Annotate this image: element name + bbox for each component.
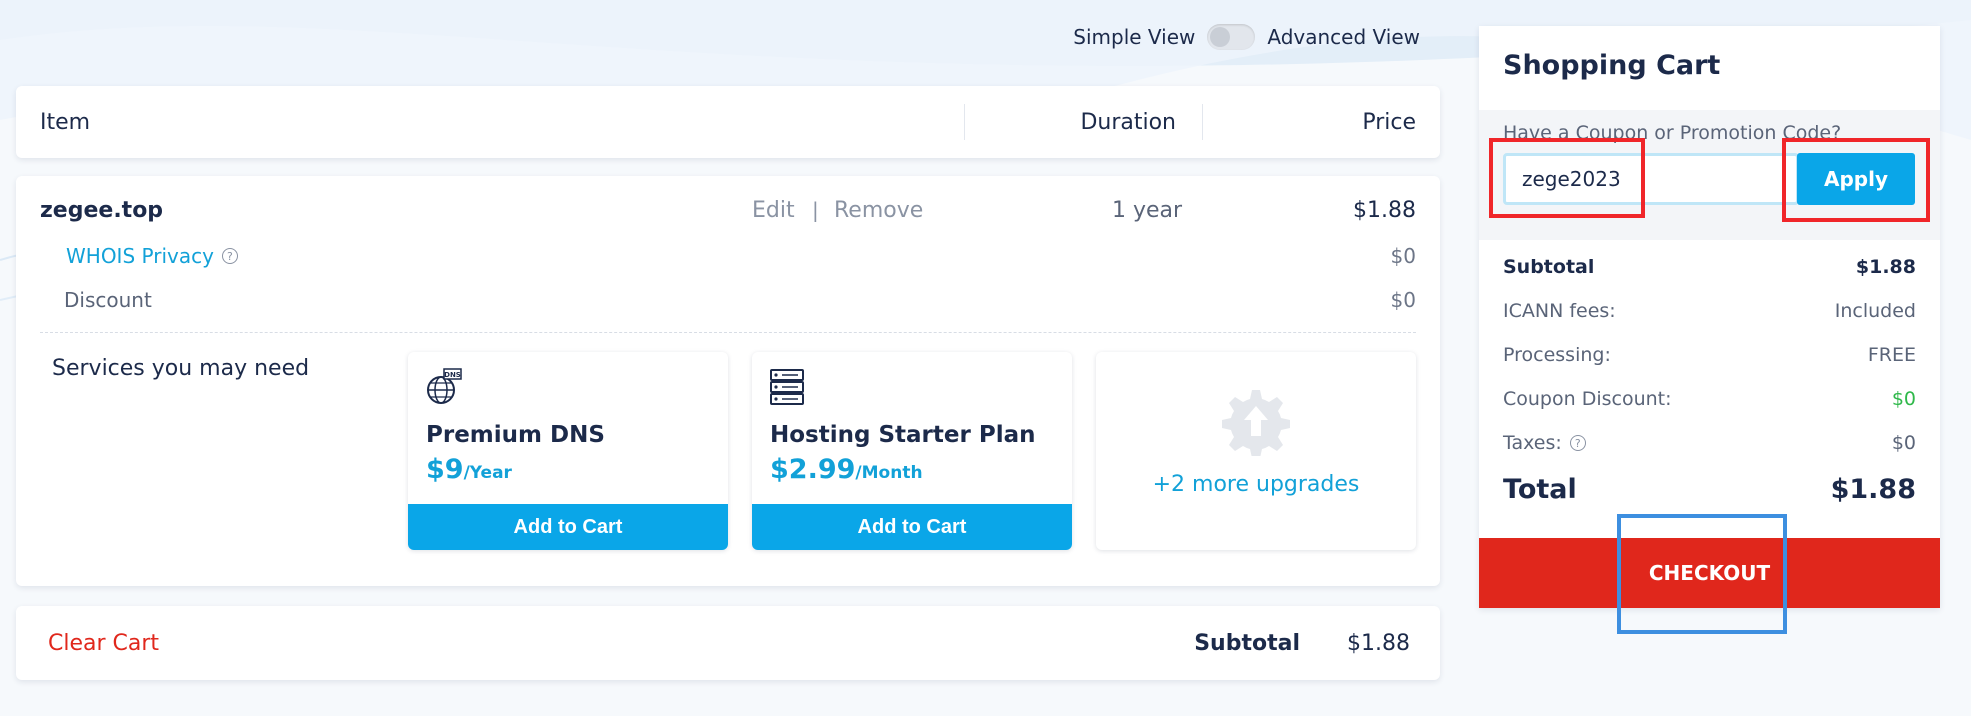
service-price-period: /Year — [463, 463, 512, 483]
advanced-view-label[interactable]: Advanced View — [1267, 25, 1420, 49]
header-item: Item — [40, 109, 91, 135]
clear-cart-link[interactable]: Clear Cart — [48, 606, 159, 680]
simple-view-label[interactable]: Simple View — [1073, 25, 1195, 49]
cart-footer: Clear Cart Subtotal $1.88 — [16, 606, 1440, 680]
dns-globe-icon: DNS — [427, 368, 462, 404]
header-price: Price — [1362, 109, 1416, 135]
summary-label: Taxes: — [1503, 432, 1562, 454]
view-toggle: Simple View Advanced View — [1073, 24, 1420, 50]
whois-privacy[interactable]: WHOIS Privacy ? — [66, 244, 238, 268]
services-title: Services you may need — [52, 356, 310, 381]
discount-label: Discount — [64, 288, 152, 312]
view-switch[interactable] — [1207, 24, 1256, 50]
divider — [40, 332, 1416, 333]
shopping-cart-sidebar: Shopping Cart Have a Coupon or Promotion… — [1479, 26, 1940, 634]
cart-main: Simple View Advanced View Item Duration … — [16, 0, 1440, 716]
summary-total: Total $1.88 — [1503, 474, 1916, 505]
add-to-cart-button[interactable]: Add to Cart — [408, 504, 728, 550]
cart-title: Shopping Cart — [1503, 50, 1721, 81]
service-price-amount: $2.99 — [770, 454, 856, 485]
add-to-cart-button[interactable]: Add to Cart — [752, 504, 1072, 550]
help-icon[interactable]: ? — [1569, 435, 1586, 451]
total-label: Total — [1503, 474, 1577, 505]
summary-coupon-discount: Coupon Discount: $0 — [1503, 388, 1916, 410]
summary-value: Included — [1834, 300, 1916, 322]
summary-value: $0 — [1891, 432, 1916, 454]
service-card-premium-dns: DNS Premium DNS $9/Year Add to Cart — [408, 352, 728, 550]
summary-value: $1.88 — [1855, 256, 1916, 278]
summary-label: ICANN fees: — [1503, 300, 1616, 322]
remove-link[interactable]: Remove — [834, 198, 923, 223]
service-price: $2.99/Month — [770, 454, 923, 485]
footer-subtotal-value: $1.88 — [1347, 630, 1410, 656]
help-icon[interactable]: ? — [221, 248, 238, 264]
server-icon — [770, 369, 804, 405]
upgrade-gear-icon — [1222, 390, 1290, 456]
action-separator: | — [812, 198, 819, 222]
edit-link[interactable]: Edit — [752, 198, 795, 223]
summary-processing: Processing: FREE — [1503, 344, 1916, 366]
coupon-label: Have a Coupon or Promotion Code? — [1503, 122, 1842, 144]
apply-coupon-button[interactable]: Apply — [1797, 153, 1915, 205]
summary-value: FREE — [1867, 344, 1916, 366]
discount-price: $0 — [1390, 288, 1416, 312]
summary-label: Subtotal — [1503, 256, 1595, 278]
summary-icann: ICANN fees: Included — [1503, 300, 1916, 322]
summary-label: Coupon Discount: — [1503, 388, 1672, 410]
service-price-period: /Month — [855, 463, 923, 483]
service-name: Hosting Starter Plan — [770, 422, 1036, 448]
summary-label-wrap: Taxes: ? — [1503, 432, 1586, 454]
service-card-hosting-starter: Hosting Starter Plan $2.99/Month Add to … — [752, 352, 1072, 550]
header-duration: Duration — [1080, 109, 1176, 135]
item-price: $1.88 — [1353, 198, 1416, 223]
footer-subtotal-label: Subtotal — [1194, 630, 1300, 656]
whois-privacy-label[interactable]: WHOIS Privacy — [66, 244, 214, 268]
service-price-amount: $9 — [426, 454, 464, 485]
table-header: Item Duration Price — [16, 86, 1440, 158]
more-upgrades-link[interactable]: +2 more upgrades — [1096, 472, 1416, 497]
more-upgrades-card[interactable]: +2 more upgrades — [1096, 352, 1416, 550]
domain-name: zegee.top — [40, 198, 164, 223]
svg-text:DNS: DNS — [444, 371, 461, 379]
cart-line-item: zegee.top Edit | Remove 1 year $1.88 WHO… — [16, 176, 1440, 586]
total-value: $1.88 — [1830, 474, 1916, 505]
header-divider — [1202, 104, 1203, 140]
service-price: $9/Year — [426, 454, 512, 485]
summary-label: Processing: — [1503, 344, 1611, 366]
summary-taxes: Taxes: ? $0 — [1503, 432, 1916, 454]
header-divider — [964, 104, 965, 140]
checkout-button[interactable]: CHECKOUT — [1479, 538, 1940, 608]
switch-knob — [1210, 27, 1231, 47]
service-name: Premium DNS — [426, 422, 605, 448]
duration-value[interactable]: 1 year — [1112, 198, 1182, 223]
coupon-input[interactable] — [1503, 153, 1799, 205]
summary-subtotal: Subtotal $1.88 — [1503, 256, 1916, 278]
whois-price: $0 — [1390, 244, 1416, 268]
summary-value: $0 — [1891, 388, 1916, 410]
